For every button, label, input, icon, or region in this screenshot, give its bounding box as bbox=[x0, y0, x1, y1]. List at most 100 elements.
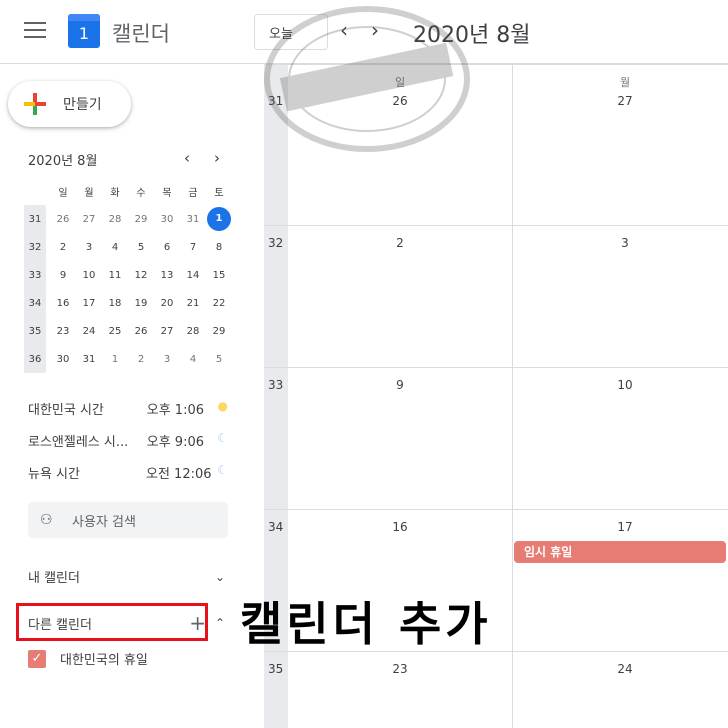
mini-day[interactable]: 20 bbox=[154, 298, 180, 309]
mini-week-number[interactable]: 32 bbox=[24, 242, 46, 253]
week-number: 31 bbox=[268, 94, 284, 108]
mini-day[interactable]: 2 bbox=[128, 354, 154, 365]
mini-day-selected: 1 bbox=[207, 207, 231, 231]
mini-day[interactable]: 24 bbox=[76, 326, 102, 337]
day-number[interactable]: 26 bbox=[385, 94, 415, 108]
mini-day[interactable]: 5 bbox=[206, 354, 232, 365]
mini-day[interactable]: 1 bbox=[102, 354, 128, 365]
people-search-input[interactable]: ⚇ 사용자 검색 bbox=[28, 502, 228, 538]
mini-day[interactable]: 11 bbox=[102, 270, 128, 281]
mini-day[interactable]: 19 bbox=[128, 298, 154, 309]
mini-day[interactable]: 9 bbox=[50, 270, 76, 281]
mini-calendar-month: 2020년 8월 bbox=[28, 154, 98, 169]
week-number: 34 bbox=[268, 520, 284, 534]
calendar-item-korean-holidays[interactable]: ✓ 대한민국의 휴일 bbox=[28, 649, 148, 668]
mini-day[interactable]: 6 bbox=[154, 242, 180, 253]
mini-day[interactable]: 26 bbox=[50, 214, 76, 225]
mini-day[interactable]: 4 bbox=[102, 242, 128, 253]
mini-day[interactable]: 15 bbox=[206, 270, 232, 281]
mini-day[interactable]: 27 bbox=[76, 214, 102, 225]
timezone-row: 뉴욕 시간 오전 12:06 ☾ bbox=[28, 463, 228, 482]
mini-day[interactable]: 31 bbox=[76, 354, 102, 365]
day-number[interactable]: 16 bbox=[385, 520, 415, 534]
mini-day[interactable]: 12 bbox=[128, 270, 154, 281]
checkbox-checked-icon[interactable]: ✓ bbox=[28, 649, 46, 668]
mini-day[interactable]: 2 bbox=[50, 242, 76, 253]
mini-day[interactable]: 3 bbox=[76, 242, 102, 253]
mini-day[interactable]: 29 bbox=[128, 214, 154, 225]
main-menu-icon[interactable] bbox=[24, 22, 46, 40]
mini-day[interactable]: 31 bbox=[180, 214, 206, 225]
day-number[interactable]: 23 bbox=[385, 662, 415, 676]
mini-day[interactable]: 5 bbox=[128, 242, 154, 253]
week-number: 33 bbox=[268, 378, 284, 392]
mini-week-row: 33 9 10 11 12 13 14 15 bbox=[24, 261, 240, 289]
logo-day: 1 bbox=[78, 23, 90, 43]
mini-day[interactable]: 13 bbox=[154, 270, 180, 281]
mini-day[interactable]: 1 bbox=[206, 207, 232, 231]
day-number[interactable]: 2 bbox=[385, 236, 415, 250]
mini-day[interactable]: 30 bbox=[50, 354, 76, 365]
mini-weekday: 수 bbox=[136, 187, 146, 199]
mini-weekday: 화 bbox=[110, 187, 120, 199]
mini-day[interactable]: 29 bbox=[206, 326, 232, 337]
mini-day[interactable]: 17 bbox=[76, 298, 102, 309]
sun-icon: ● bbox=[217, 399, 228, 413]
mini-prev-month-icon[interactable]: ‹ bbox=[184, 149, 190, 167]
week-number: 32 bbox=[268, 236, 284, 250]
mini-weekday: 금 bbox=[188, 187, 198, 199]
day-number[interactable]: 3 bbox=[610, 236, 640, 250]
mini-next-month-icon[interactable]: › bbox=[214, 149, 220, 167]
mini-day[interactable]: 18 bbox=[102, 298, 128, 309]
mini-week-number[interactable]: 33 bbox=[24, 270, 46, 281]
mini-day[interactable]: 27 bbox=[154, 326, 180, 337]
day-number[interactable]: 9 bbox=[385, 378, 415, 392]
timezone-row: 대한민국 시간 오후 1:06 ● bbox=[28, 399, 228, 418]
mini-day[interactable]: 26 bbox=[128, 326, 154, 337]
mini-day[interactable]: 22 bbox=[206, 298, 232, 309]
mini-week-number[interactable]: 35 bbox=[24, 326, 46, 337]
mini-day[interactable]: 14 bbox=[180, 270, 206, 281]
mini-weekday: 일 bbox=[58, 187, 68, 199]
mini-day[interactable]: 30 bbox=[154, 214, 180, 225]
mini-weekday-row: 일 월 화 수 목 금 토 bbox=[24, 177, 240, 205]
other-calendars-toggle[interactable]: 다른 캘린더 + ⌃ bbox=[28, 611, 228, 635]
mini-week-number[interactable]: 34 bbox=[24, 298, 46, 309]
top-bar: 1 캘린더 오늘 ‹ › 2020년 8월 bbox=[0, 0, 728, 64]
mini-weekday: 월 bbox=[84, 187, 94, 199]
add-calendar-plus-icon[interactable]: + bbox=[189, 611, 206, 635]
day-number[interactable]: 10 bbox=[610, 378, 640, 392]
mini-day[interactable]: 28 bbox=[102, 214, 128, 225]
plus-icon bbox=[24, 93, 46, 115]
today-button[interactable]: 오늘 bbox=[254, 14, 328, 50]
event-chip[interactable]: 임시 휴일 bbox=[514, 541, 726, 563]
current-period: 2020년 8월 bbox=[413, 23, 531, 48]
mini-calendar: 일 월 화 수 목 금 토 31 26 27 28 29 30 31 1 32 2 3 4 5 6 7 8 33… bbox=[24, 177, 240, 373]
timezone-row: 로스앤젤레스 시... 오후 9:06 ☾ bbox=[28, 431, 228, 450]
my-calendars-label: 내 캘린더 bbox=[28, 571, 80, 586]
people-icon: ⚇ bbox=[40, 512, 53, 528]
mini-day[interactable]: 16 bbox=[50, 298, 76, 309]
day-number[interactable]: 24 bbox=[610, 662, 640, 676]
day-number[interactable]: 27 bbox=[610, 94, 640, 108]
mini-day[interactable]: 3 bbox=[154, 354, 180, 365]
mini-day[interactable]: 7 bbox=[180, 242, 206, 253]
mini-day[interactable]: 28 bbox=[180, 326, 206, 337]
my-calendars-toggle[interactable]: 내 캘린더 ⌄ bbox=[28, 567, 228, 587]
mini-day[interactable]: 25 bbox=[102, 326, 128, 337]
mini-day[interactable]: 23 bbox=[50, 326, 76, 337]
mini-day[interactable]: 4 bbox=[180, 354, 206, 365]
mini-day[interactable]: 10 bbox=[76, 270, 102, 281]
mini-week-number[interactable]: 31 bbox=[24, 214, 46, 225]
chevron-left-icon[interactable]: ‹ bbox=[340, 18, 348, 42]
day-of-week-header: 일 bbox=[394, 76, 406, 89]
mini-day[interactable]: 21 bbox=[180, 298, 206, 309]
create-button[interactable]: 만들기 bbox=[8, 81, 131, 127]
day-number[interactable]: 17 bbox=[610, 520, 640, 534]
mini-day[interactable]: 8 bbox=[206, 242, 232, 253]
timezone-time: 오후 9:06 bbox=[146, 435, 204, 450]
chevron-right-icon[interactable]: › bbox=[371, 18, 379, 42]
chevron-up-icon: ⌃ bbox=[214, 616, 226, 630]
mini-week-number[interactable]: 36 bbox=[24, 354, 46, 365]
people-search-placeholder: 사용자 검색 bbox=[72, 514, 136, 530]
